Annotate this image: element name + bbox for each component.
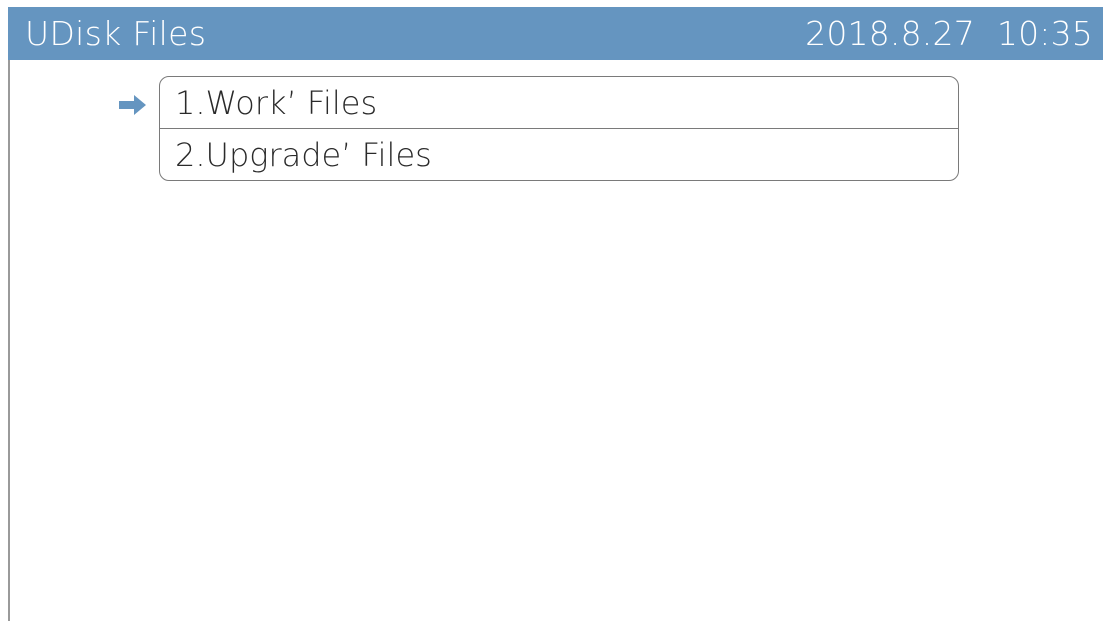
- page-title: UDisk Files: [25, 14, 207, 53]
- menu-item-upgrade-files[interactable]: 2.Upgrade’ Files: [160, 129, 958, 180]
- right-arrow-icon: [119, 95, 146, 115]
- file-type-menu: 1.Work’ Files 2.Upgrade’ Files: [159, 76, 959, 181]
- menu-item-label: 2.Upgrade’ Files: [175, 136, 432, 174]
- time-display: 10:35: [996, 14, 1093, 53]
- menu-item-label: 1.Work’ Files: [175, 84, 378, 122]
- title-bar: UDisk Files 2018.8.27 10:35: [8, 7, 1103, 60]
- left-border: [8, 60, 10, 621]
- date-display: 2018.8.27: [805, 14, 975, 53]
- udisk-files-screen: UDisk Files 2018.8.27 10:35 1.Work’ Files…: [0, 0, 1103, 621]
- date-time-display: 2018.8.27 10:35: [805, 16, 1093, 52]
- top-edge: [0, 0, 1103, 6]
- menu-item-work-files[interactable]: 1.Work’ Files: [160, 77, 958, 129]
